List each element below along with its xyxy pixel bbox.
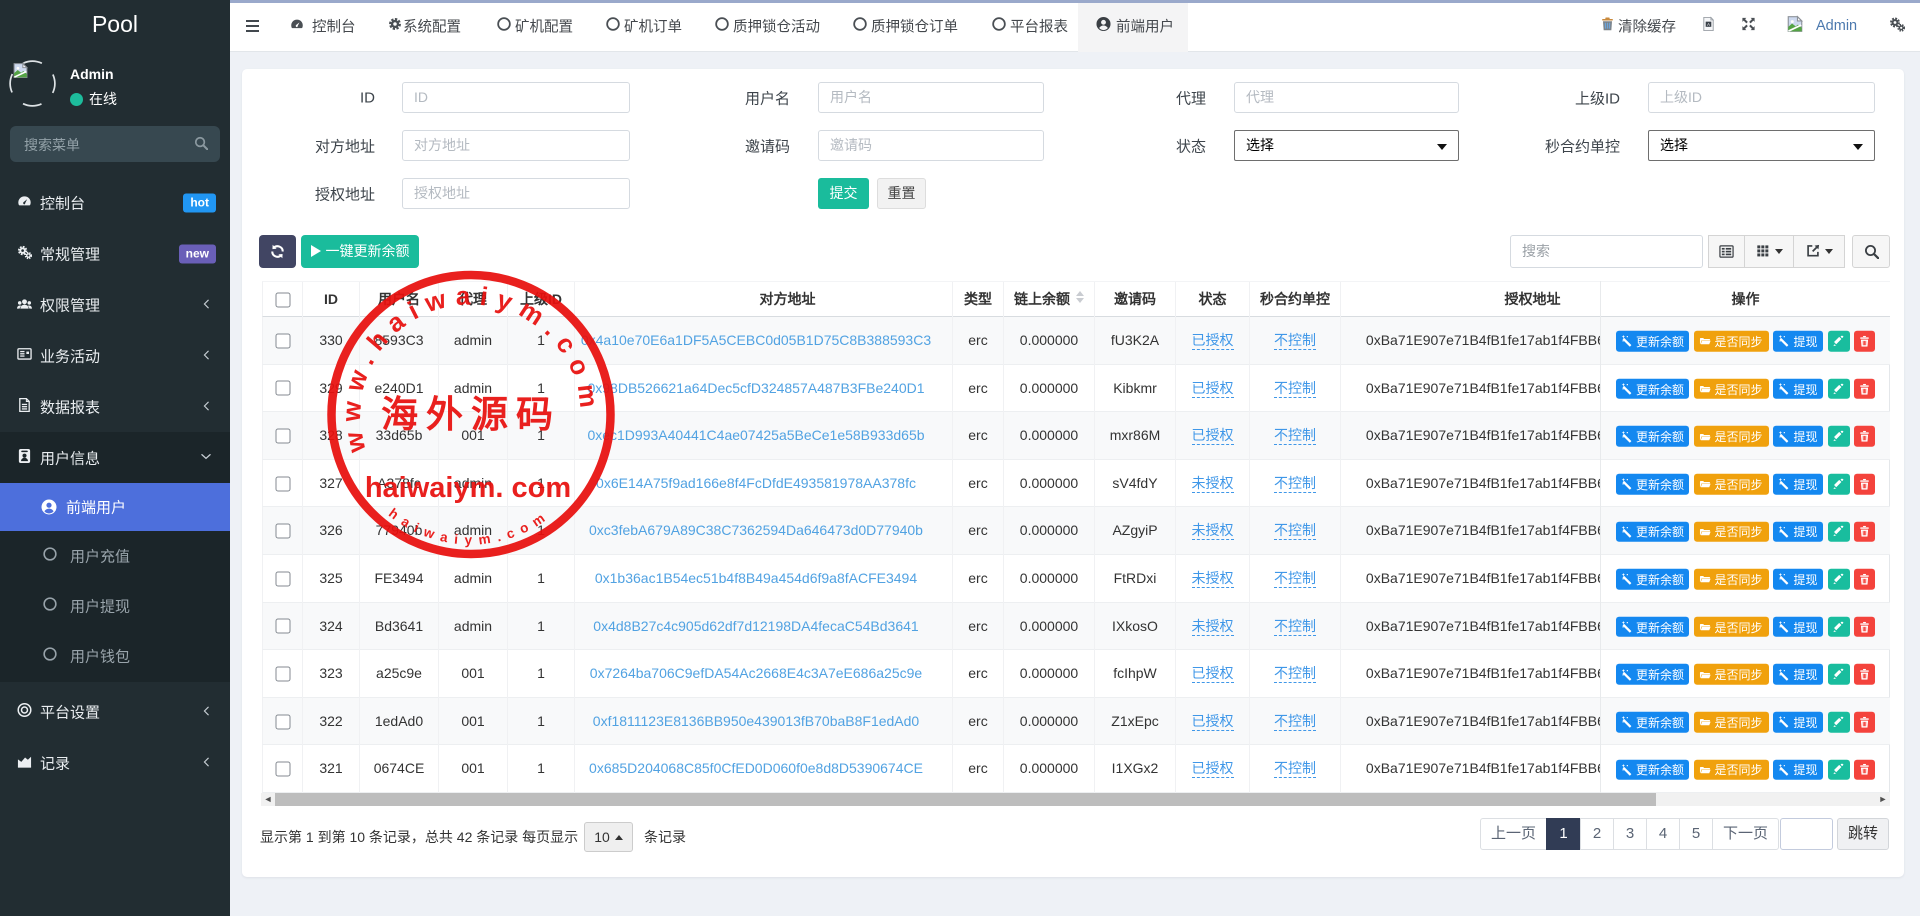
svg-text:haiwaiym. com: haiwaiym. com [365,472,571,504]
svg-text:海外源码: 海外源码 [381,394,561,436]
svg-text:A: A [1707,21,1710,26]
